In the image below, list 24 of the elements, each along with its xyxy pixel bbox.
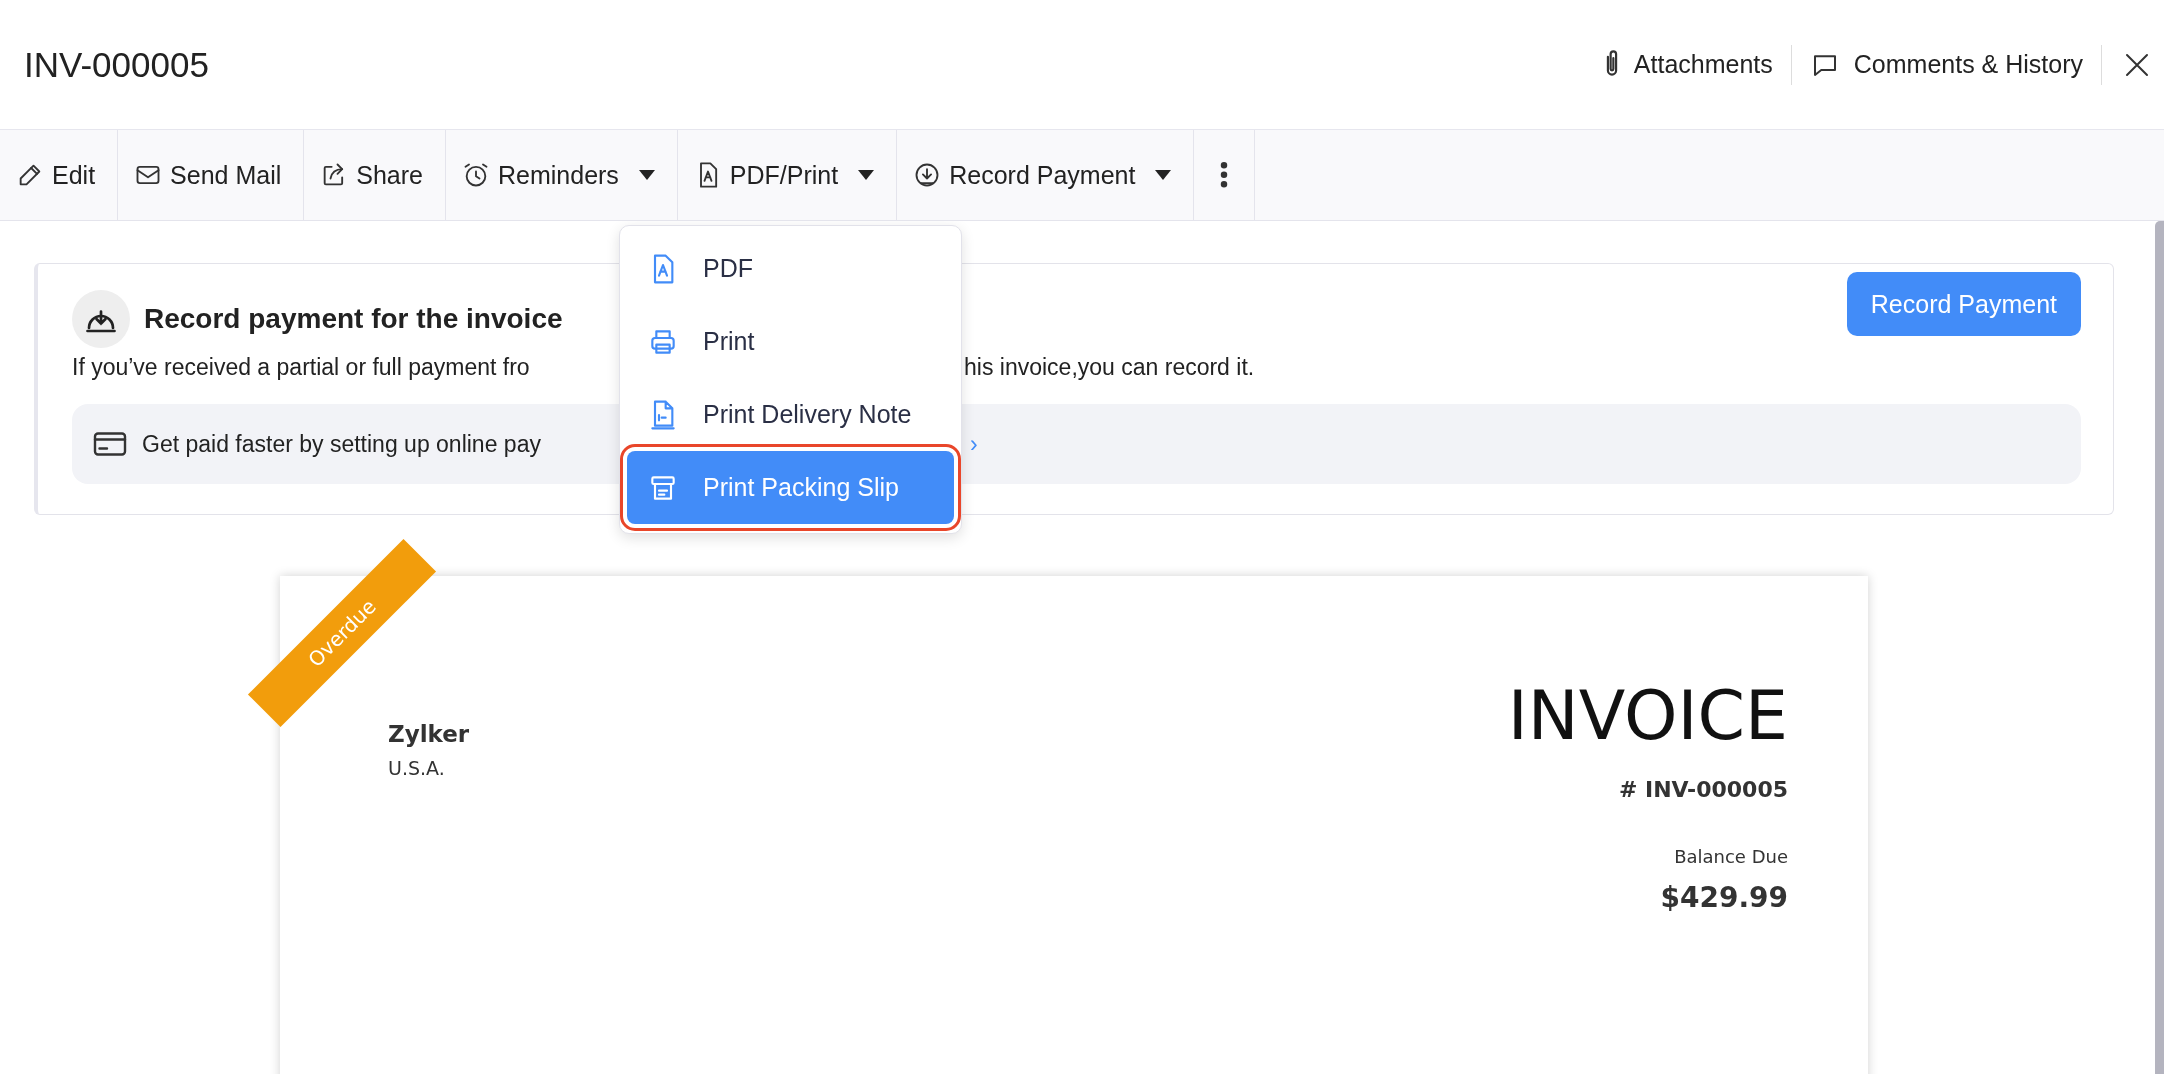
promo-text: Get paid faster by setting up online pay [142,430,542,458]
alarm-clock-icon [462,161,490,189]
header-link[interactable]: Comments & History [1809,49,2083,80]
toolbar-button[interactable]: Share [304,130,446,220]
toolbar-button[interactable]: Send Mail [118,130,305,220]
toolbar-button[interactable]: Record Payment [897,130,1195,220]
toolbar-button[interactable]: Edit [0,130,119,220]
toolbar-button[interactable]: Reminders [446,130,678,220]
menu-item[interactable]: PDF [627,232,954,305]
scrollbar[interactable] [2155,221,2164,1074]
banner-title: Record payment for the invoice [144,303,563,335]
banner-text: If you’ve received a partial or full payment fro [72,353,531,382]
balance-label: Balance Due [1673,846,1788,867]
menu-item[interactable]: Print [627,305,954,378]
company-country: U.S.A. [388,757,446,779]
invoice-title: INV-000005 [24,44,209,85]
document-heading: INVOICE [1507,676,1788,755]
banner-text: his invoice,you can record it. [964,353,1255,382]
menu-item[interactable]: Print Delivery Note [627,378,954,451]
header-link[interactable]: Attachments [1603,49,1773,80]
more-icon [1220,162,1229,188]
invoice-number: # INV-000005 [1617,777,1788,802]
balance-amount: $429.99 [1659,881,1788,914]
toolbar-button[interactable]: PDF/Print [677,130,898,220]
